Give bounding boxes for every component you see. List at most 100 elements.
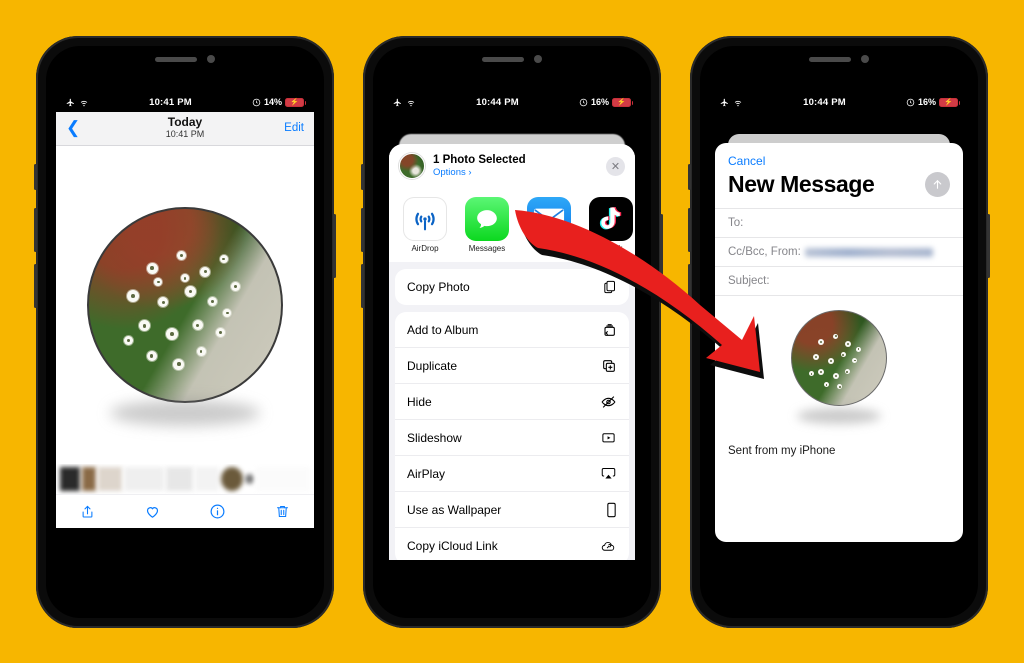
charging-bolt-icon: ⚡ xyxy=(617,98,626,106)
status-right: 14% ⚡ xyxy=(252,97,306,107)
volume-down-button[interactable] xyxy=(361,264,364,308)
compose-sheet: Cancel New Message To: Cc/Bcc, From: Sub… xyxy=(715,143,963,542)
front-camera-icon xyxy=(534,55,542,63)
status-bar: 10:41 PM 14% ⚡ xyxy=(56,92,314,112)
power-button[interactable] xyxy=(333,214,336,278)
power-button[interactable] xyxy=(987,214,990,278)
share-row-copy-icloud-link[interactable]: Copy iCloud Link xyxy=(395,528,629,560)
share-row-copy-photo[interactable]: Copy Photo xyxy=(395,269,629,305)
volume-down-button[interactable] xyxy=(34,264,37,308)
to-field[interactable]: To: xyxy=(715,208,963,237)
compose-title: New Message xyxy=(728,171,875,197)
chevron-right-icon: › xyxy=(468,167,472,178)
status-right: 16% ⚡ xyxy=(906,97,960,107)
silent-switch[interactable] xyxy=(34,164,37,190)
thumbnail-item[interactable] xyxy=(195,467,219,491)
phone-bezel: 10:41 PM 14% ⚡ ❮ Today 10:41 PM Edit xyxy=(46,46,324,618)
share-row-hide[interactable]: Hide xyxy=(395,384,629,420)
attached-photo[interactable] xyxy=(791,310,887,406)
share-title: 1 Photo Selected xyxy=(433,154,526,166)
share-app-airdrop[interactable]: AirDrop xyxy=(401,197,449,253)
status-time: 10:44 PM xyxy=(803,96,846,108)
share-row-label: Hide xyxy=(407,394,432,409)
silent-switch[interactable] xyxy=(688,164,691,190)
share-action-group-2: Add to Album Duplicate Hide Slideshow Ai… xyxy=(395,312,629,560)
cancel-button[interactable]: Cancel xyxy=(715,143,963,171)
back-chevron-left-icon[interactable]: ❮ xyxy=(66,119,80,136)
attached-photo-shadow xyxy=(797,408,881,424)
share-app-label: AirDrop xyxy=(411,244,439,253)
ccbcc-from-label: Cc/Bcc, From: xyxy=(728,246,801,258)
ccbcc-from-field[interactable]: Cc/Bcc, From: xyxy=(715,237,963,266)
phone-new-message: 10:44 PM 16% ⚡ Cancel New Message To: Cc… xyxy=(688,36,990,628)
front-camera-icon xyxy=(207,55,215,63)
share-row-airplay[interactable]: AirPlay xyxy=(395,456,629,492)
status-left xyxy=(720,98,743,107)
share-icon[interactable] xyxy=(80,503,95,521)
thumbnail-item[interactable] xyxy=(165,467,194,491)
photo-image[interactable] xyxy=(87,207,283,403)
thumbnail-item[interactable] xyxy=(98,467,123,491)
volume-up-button[interactable] xyxy=(361,208,364,252)
info-icon[interactable] xyxy=(209,503,226,520)
thumbnail-item[interactable] xyxy=(81,467,97,491)
daisy-cluster xyxy=(89,209,281,401)
phone-photos: 10:41 PM 14% ⚡ ❮ Today 10:41 PM Edit xyxy=(34,36,336,628)
thumbnail-item[interactable] xyxy=(255,467,310,491)
edit-button[interactable]: Edit xyxy=(284,122,304,134)
share-options-link[interactable]: Options › xyxy=(433,167,526,178)
thumbnail-item-selected[interactable] xyxy=(220,467,243,491)
subject-field[interactable]: Subject: xyxy=(715,266,963,295)
volume-down-button[interactable] xyxy=(688,264,691,308)
screen-share-sheet: 10:44 PM 16% ⚡ 1 Photo Selected Options … xyxy=(383,92,641,560)
battery-percent-label: 14% xyxy=(263,97,282,107)
status-bar: 10:44 PM 16% ⚡ xyxy=(710,92,968,112)
share-app-messages[interactable]: Messages xyxy=(463,197,511,253)
battery-percent-label: 16% xyxy=(590,97,609,107)
icloud-link-icon xyxy=(595,539,617,554)
earpiece-speaker xyxy=(155,56,197,62)
battery-icon: ⚡ xyxy=(285,97,306,107)
share-row-label: Duplicate xyxy=(407,358,458,373)
share-app-tiktok[interactable]: TikTok xyxy=(587,197,635,253)
wallpaper-icon xyxy=(595,502,617,518)
thumbnail-item[interactable] xyxy=(124,467,164,491)
send-arrow-up-icon[interactable] xyxy=(925,172,950,197)
close-x-icon[interactable]: ✕ xyxy=(606,156,625,176)
earpiece-speaker xyxy=(809,56,851,62)
compose-backdrop: Cancel New Message To: Cc/Bcc, From: Sub… xyxy=(710,112,968,560)
screen-new-message: 10:44 PM 16% ⚡ Cancel New Message To: Cc… xyxy=(710,92,968,560)
trash-icon[interactable] xyxy=(275,503,290,520)
status-right: 16% ⚡ xyxy=(579,97,633,107)
status-time: 10:41 PM xyxy=(149,96,192,108)
phone-notch xyxy=(778,46,900,72)
photos-bottom-toolbar xyxy=(56,494,314,528)
front-camera-icon xyxy=(861,55,869,63)
share-row-slideshow[interactable]: Slideshow xyxy=(395,420,629,456)
silent-switch[interactable] xyxy=(361,164,364,190)
charging-bolt-icon: ⚡ xyxy=(290,98,299,106)
volume-up-button[interactable] xyxy=(34,208,37,252)
share-app-label: Mail xyxy=(541,244,557,253)
airdrop-icon xyxy=(403,197,447,241)
thumbnail-item[interactable] xyxy=(60,467,80,491)
power-button[interactable] xyxy=(660,214,663,278)
compose-body[interactable]: Sent from my iPhone xyxy=(715,295,963,491)
wifi-icon xyxy=(407,100,415,106)
heart-icon[interactable] xyxy=(144,503,161,520)
share-row-duplicate[interactable]: Duplicate xyxy=(395,348,629,384)
share-app-row: AirDrop Messages Mail TikTok xyxy=(389,189,635,262)
share-row-label: Copy Photo xyxy=(407,280,470,294)
thumbnail-strip[interactable] xyxy=(56,464,314,494)
alarm-icon xyxy=(906,98,915,106)
share-row-add-to-album[interactable]: Add to Album xyxy=(395,312,629,348)
thumbnail-item[interactable] xyxy=(244,474,254,484)
volume-up-button[interactable] xyxy=(688,208,691,252)
share-app-mail[interactable]: Mail xyxy=(525,197,573,253)
from-email-redacted xyxy=(804,247,933,257)
share-sheet-header: 1 Photo Selected Options › ✕ xyxy=(389,144,635,189)
share-row-label: Slideshow xyxy=(407,430,462,445)
share-row-use-as-wallpaper[interactable]: Use as Wallpaper xyxy=(395,492,629,528)
share-row-label: Add to Album xyxy=(407,322,479,337)
status-left xyxy=(66,98,89,107)
